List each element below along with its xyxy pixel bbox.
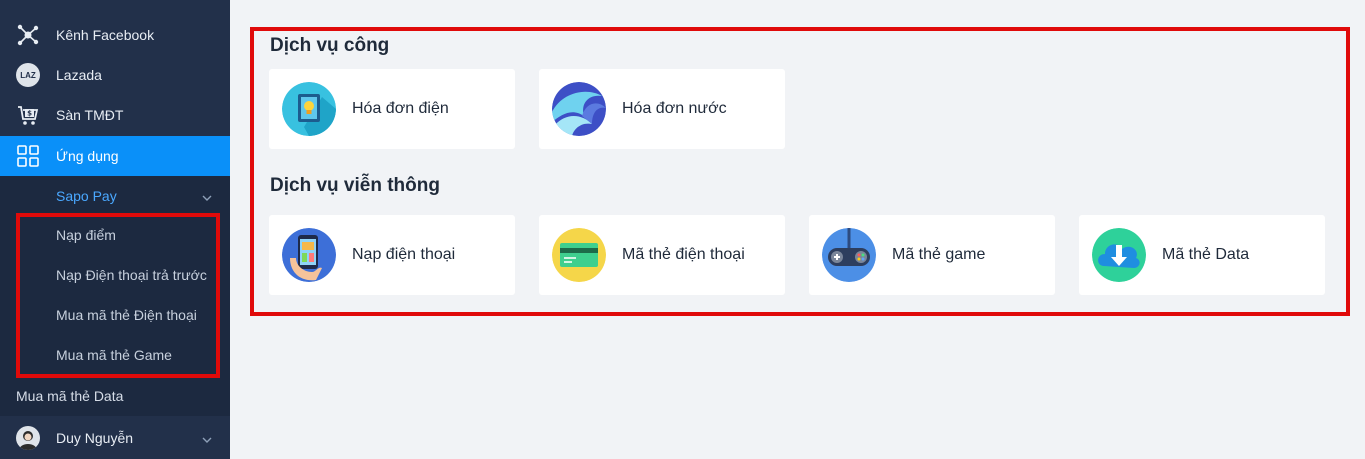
sapo-pay-label: Sapo Pay <box>56 188 117 204</box>
sidebar-item-sapo-pay[interactable]: Sapo Pay <box>0 176 230 216</box>
user-menu[interactable]: Duy Nguyễn <box>0 417 230 459</box>
sidebar-item-label: Sàn TMĐT <box>56 107 124 123</box>
user-name: Duy Nguyễn <box>56 430 134 446</box>
svg-text:$: $ <box>27 110 32 118</box>
cart-icon: $ <box>16 103 40 127</box>
lazada-icon: LAZ <box>16 63 40 87</box>
service-label: Mã thẻ Data <box>1162 246 1250 263</box>
service-label: Mã thẻ điện thoại <box>622 246 745 263</box>
sidebar-item-facebook[interactable]: Kênh Facebook <box>0 15 230 55</box>
facebook-channel-icon <box>16 23 40 47</box>
service-card-game-card[interactable]: Mã thẻ game <box>809 215 1055 295</box>
service-label: Hóa đơn điện <box>352 100 449 117</box>
service-card-phone-topup[interactable]: Nạp điện thoại <box>269 215 515 295</box>
service-card-electric-bill[interactable]: Hóa đơn điện <box>269 69 515 149</box>
service-label: Hóa đơn nước <box>622 100 727 117</box>
sidebar-item-apps[interactable]: Ứng dụng <box>0 136 230 176</box>
sidebar: Kênh Facebook LAZ Lazada $ Sàn TMĐT Ứng … <box>0 0 230 459</box>
sidebar-item-lazada[interactable]: LAZ Lazada <box>0 55 230 95</box>
sidebar-item-label: Lazada <box>56 67 102 83</box>
service-label: Nạp điện thoại <box>352 246 456 263</box>
chevron-down-icon <box>202 190 212 206</box>
chevron-down-icon <box>202 432 212 448</box>
avatar <box>16 426 40 450</box>
sidebar-item-ma-the-data[interactable]: Mua mã thẻ Data <box>16 388 123 404</box>
water-bill-icon <box>552 82 606 136</box>
submenu-highlight-box <box>16 213 220 378</box>
sidebar-item-label: Kênh Facebook <box>56 27 155 43</box>
service-label: Mã thẻ game <box>892 246 986 263</box>
electric-bill-icon <box>282 82 336 136</box>
data-download-icon <box>1092 228 1146 282</box>
section-title-telecom: Dịch vụ viễn thông <box>270 175 440 196</box>
apps-grid-icon <box>16 144 40 168</box>
sidebar-item-marketplace[interactable]: $ Sàn TMĐT <box>0 95 230 135</box>
gamepad-icon <box>822 228 876 282</box>
section-title-public: Dịch vụ công <box>270 35 390 56</box>
service-card-data-card[interactable]: Mã thẻ Data <box>1079 215 1325 295</box>
phone-card-icon <box>552 228 606 282</box>
phone-topup-icon <box>282 228 336 282</box>
service-card-phone-card[interactable]: Mã thẻ điện thoại <box>539 215 785 295</box>
service-card-water-bill[interactable]: Hóa đơn nước <box>539 69 785 149</box>
sidebar-item-label: Ứng dụng <box>56 148 119 164</box>
